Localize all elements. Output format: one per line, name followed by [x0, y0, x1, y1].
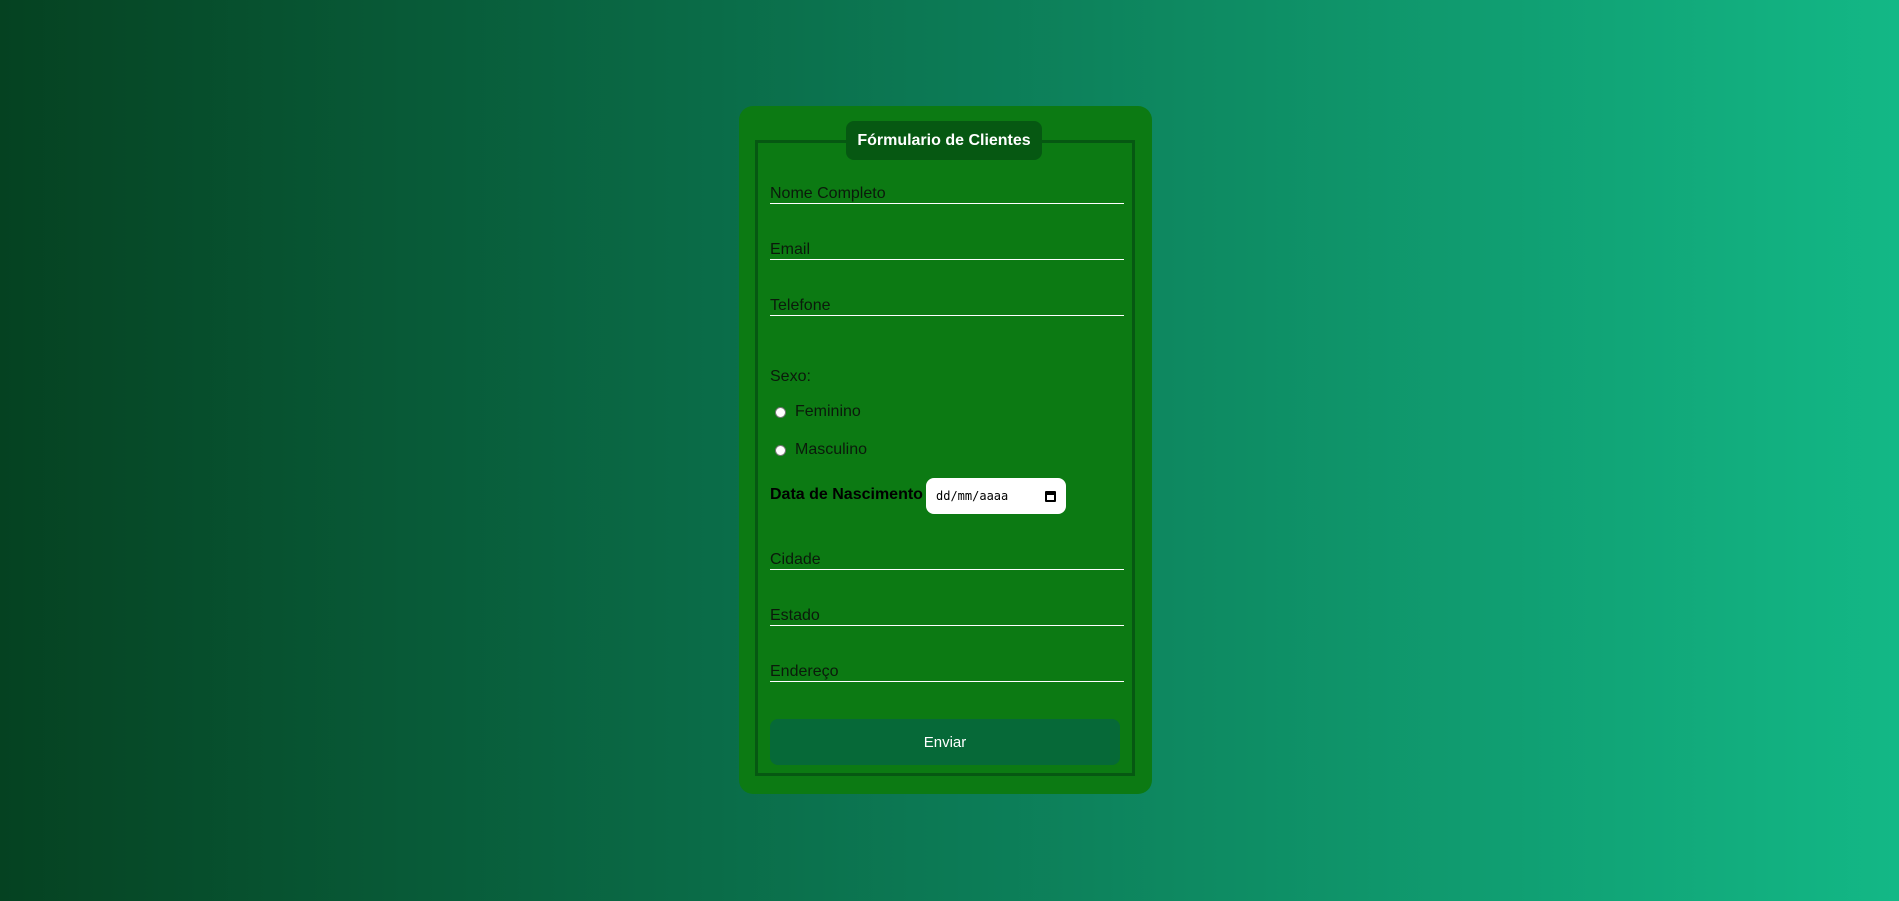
- calendar-icon[interactable]: [1045, 490, 1056, 502]
- radio-feminino-row[interactable]: Feminino: [775, 402, 861, 422]
- endereco-placeholder: Endereço: [770, 663, 839, 680]
- nome-completo-input[interactable]: Nome Completo: [770, 178, 1124, 204]
- nome-completo-placeholder: Nome Completo: [770, 185, 886, 202]
- radio-masculino-label: Masculino: [795, 441, 868, 458]
- form-title: Fórmulario de Clientes: [846, 121, 1042, 160]
- radio-feminino-label: Feminino: [795, 403, 861, 420]
- telefone-input[interactable]: Telefone: [770, 290, 1124, 316]
- radio-feminino[interactable]: [775, 406, 786, 418]
- endereco-input[interactable]: Endereço: [770, 656, 1124, 682]
- cidade-placeholder: Cidade: [770, 551, 821, 568]
- data-nascimento-label: Data de Nascimento: [770, 486, 923, 503]
- radio-masculino[interactable]: [775, 444, 786, 456]
- submit-button[interactable]: Enviar: [770, 719, 1120, 765]
- estado-placeholder: Estado: [770, 607, 820, 624]
- radio-masculino-row[interactable]: Masculino: [775, 440, 867, 460]
- client-form-card: Fórmulario de Clientes Nome Completo Ema…: [739, 106, 1152, 794]
- data-nascimento-input[interactable]: dd/mm/aaaa: [926, 478, 1066, 514]
- email-input[interactable]: Email: [770, 234, 1124, 260]
- telefone-placeholder: Telefone: [770, 297, 831, 314]
- email-placeholder: Email: [770, 241, 811, 258]
- date-placeholder: dd/mm/aaaa: [936, 489, 1009, 503]
- sexo-label: Sexo:: [770, 368, 811, 385]
- estado-input[interactable]: Estado: [770, 600, 1124, 626]
- cidade-input[interactable]: Cidade: [770, 544, 1124, 570]
